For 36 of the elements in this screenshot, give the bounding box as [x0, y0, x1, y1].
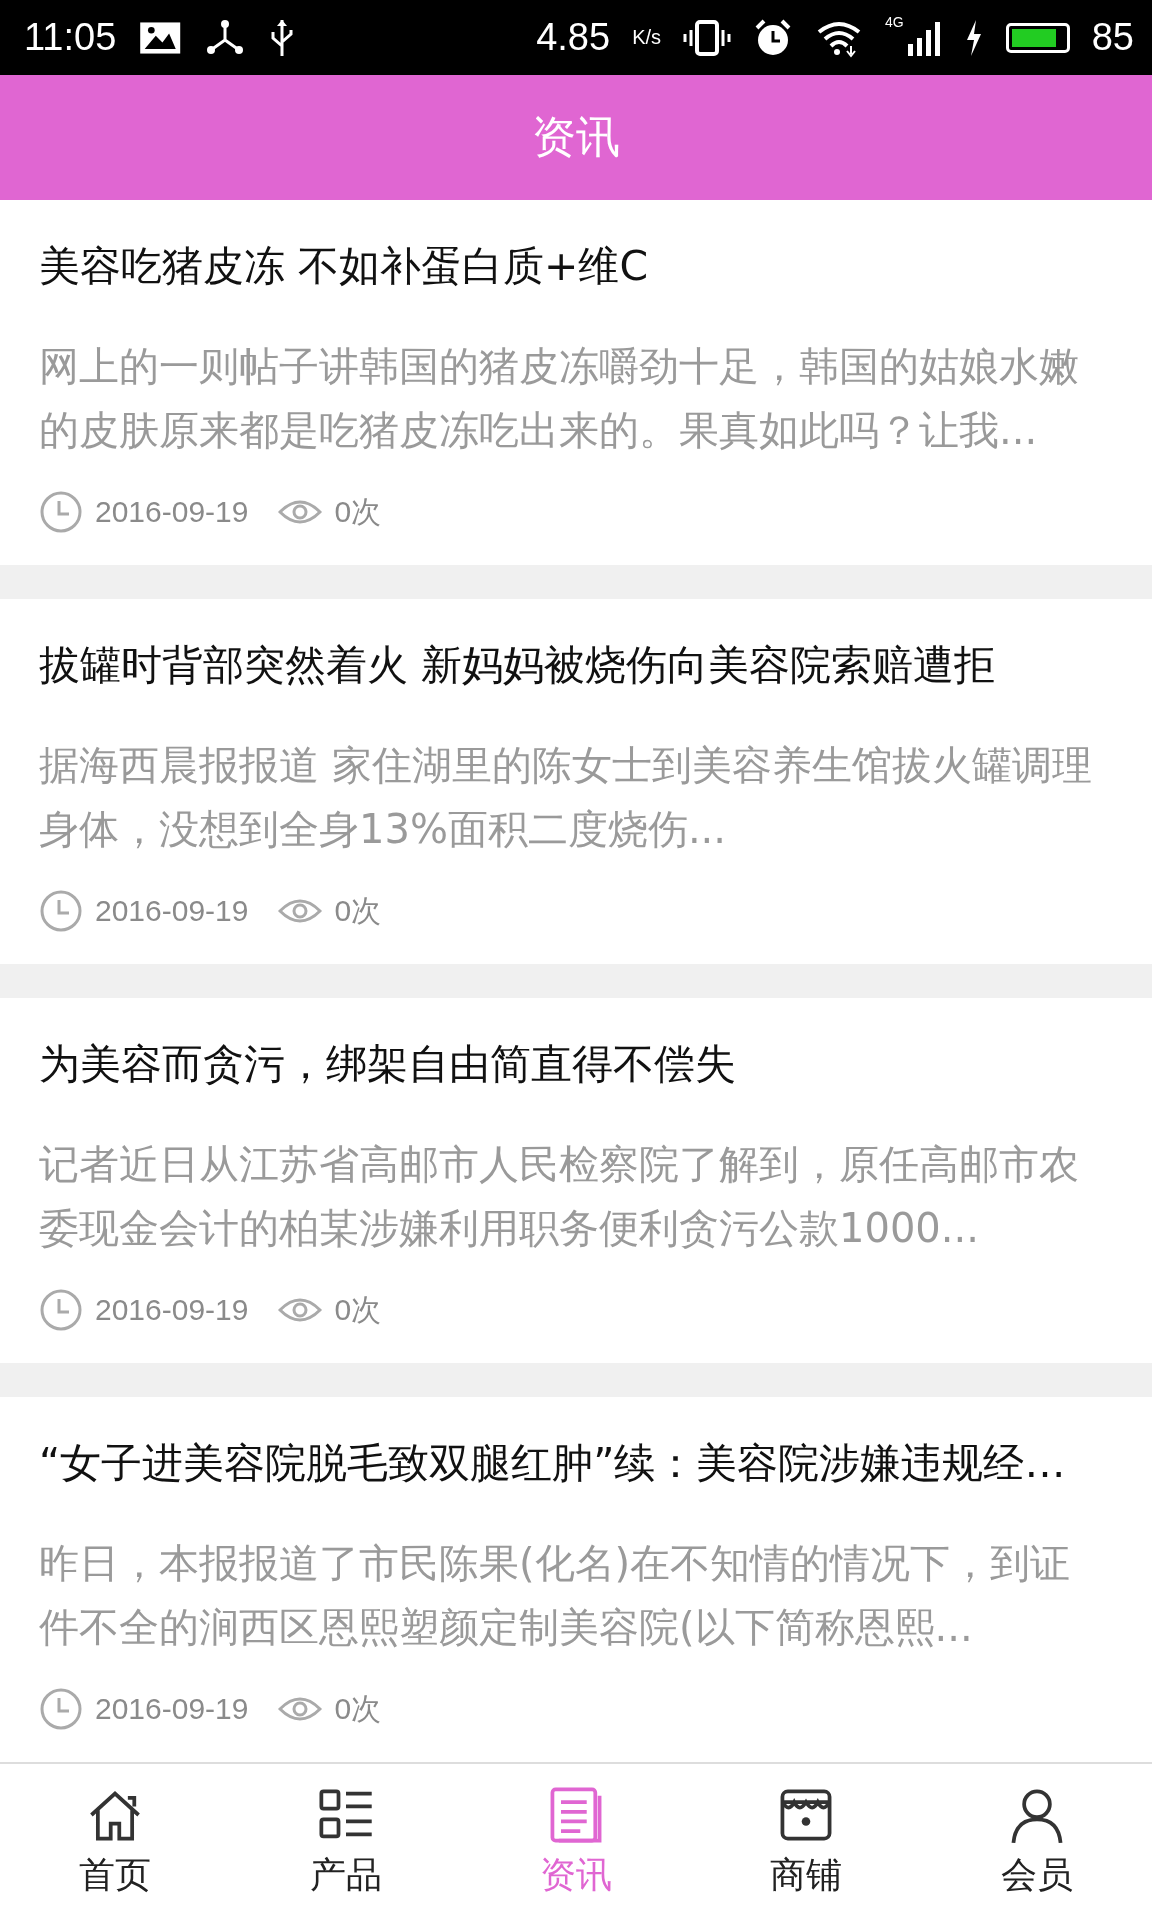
network-speed: 4.85: [536, 16, 611, 59]
vibrate-icon: [683, 17, 732, 58]
article-title: “女子进美容院脱毛致双腿红肿”续：美容院涉嫌违规经…: [39, 1438, 1067, 1489]
view-count: 0次: [334, 493, 382, 530]
article-date: 2016-09-19: [95, 495, 249, 529]
clock-icon: [39, 1687, 83, 1731]
article-title: 为美容而贪污，绑架自由简直得不偿失: [39, 1039, 737, 1090]
speed-unit: K/s: [632, 26, 662, 49]
view-count: 0次: [334, 1690, 382, 1727]
nav-tab[interactable]: 产品: [230, 1764, 461, 1920]
clock-time: 11:05: [24, 16, 117, 59]
article-card[interactable]: 美容吃猪皮冻 不如补蛋白质+维C 网上的一则帖子讲韩国的猪皮冻嚼劲十足，韩国的姑娘水嫩的皮肤原来都是吃猪皮冻吃出来的。果真如此吗？让我... 2016-09-19 0次: [0, 200, 1152, 565]
article-summary: 网上的一则帖子讲韩国的猪皮冻嚼劲十足，韩国的姑娘水嫩的皮肤原来都是吃猪皮冻吃出来的。果真如此吗？让我...: [39, 342, 1080, 455]
article-summary: 昨日，本报报道了市民陈果(化名)在不知情的情况下，到证件不全的涧西区恩熙塑颜定制美容院(以下简称恩熙...: [39, 1539, 1072, 1652]
battery-percent: 85: [1091, 16, 1134, 59]
article-card[interactable]: 为美容而贪污，绑架自由简直得不偿失 记者近日从江苏省高邮市人民检察院了解到，原任高邮市农委现金会计的柏某涉嫌利用职务便利贪污公款1000... 2016-09-19 0次: [0, 998, 1152, 1363]
clock-icon: [39, 1288, 83, 1332]
article-date: 2016-09-19: [95, 894, 249, 928]
view-count: 0次: [334, 892, 382, 929]
article-card[interactable]: “女子进美容院脱毛致双腿红肿”续：美容院涉嫌违规经… 昨日，本报报道了市民陈果(化名)在不知情的情况下，到证件不全的涧西区恩熙塑颜定制美容院(以下简称恩熙... 2016-09-19 0次: [0, 1397, 1152, 1762]
clock-icon: [39, 889, 83, 933]
article-summary: 记者近日从江苏省高邮市人民检察院了解到，原任高邮市农委现金会计的柏某涉嫌利用职务便利贪污公款1000...: [39, 1140, 1080, 1253]
article-title: 拔罐时背部突然着火 新妈妈被烧伤向美容院索赔遭拒: [39, 640, 997, 691]
article-card[interactable]: 拔罐时背部突然着火 新妈妈被烧伤向美容院索赔遭拒 据海西晨报报道 家住湖里的陈女士到美容养生馆拔火罐调理身体，没想到全身13%面积二度烧伤... 2016-09-19 0次: [0, 599, 1152, 964]
battery-icon: [1005, 22, 1070, 53]
article-summary: 据海西晨报报道 家住湖里的陈女士到美容养生馆拔火罐调理身体，没想到全身13%面积二度烧伤...: [39, 741, 1093, 854]
network-type: 4G: [885, 14, 904, 30]
article-date: 2016-09-19: [95, 1293, 249, 1327]
view-count: 0次: [334, 1291, 382, 1328]
clock-icon: [39, 490, 83, 534]
nav-tab[interactable]: 会员: [921, 1764, 1152, 1920]
page-title: 资讯: [532, 110, 620, 164]
nav-tab[interactable]: 首页: [0, 1764, 231, 1920]
article-title: 美容吃猪皮冻 不如补蛋白质+维C: [39, 241, 649, 292]
article-date: 2016-09-19: [95, 1692, 249, 1726]
nav-tab[interactable]: 商铺: [691, 1764, 922, 1920]
